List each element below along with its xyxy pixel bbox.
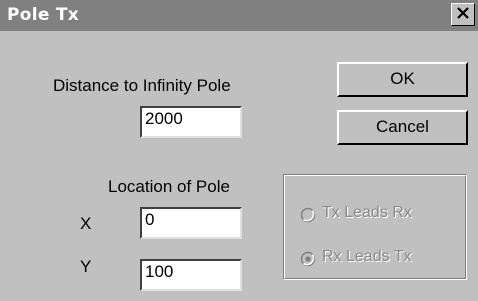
radio-tx-leads-rx-label: Tx Leads Rx <box>322 204 412 221</box>
y-label: Y <box>80 257 92 276</box>
close-icon <box>457 7 469 19</box>
radio-selected-icon <box>300 251 316 267</box>
distance-input[interactable]: 2000 <box>140 106 242 138</box>
y-input[interactable]: 100 <box>140 259 242 291</box>
radio-rx-leads-tx-label: Rx Leads Tx <box>322 248 412 265</box>
x-value: 0 <box>145 210 155 229</box>
x-label: X <box>80 214 92 233</box>
pole-tx-dialog: Pole Tx Distance to Infinity Pole 2000 L… <box>0 0 478 301</box>
close-button[interactable] <box>451 3 475 26</box>
location-label: Location of Pole <box>108 177 230 196</box>
ok-button[interactable]: OK <box>337 62 468 97</box>
y-value: 100 <box>145 262 174 281</box>
window-title: Pole Tx <box>7 5 80 25</box>
x-input[interactable]: 0 <box>140 207 242 239</box>
title-bar[interactable]: Pole Tx <box>0 0 478 31</box>
distance-label: Distance to Infinity Pole <box>53 76 231 95</box>
distance-value: 2000 <box>145 109 183 128</box>
cancel-button[interactable]: Cancel <box>337 110 468 145</box>
radio-unselected-icon <box>300 207 316 223</box>
